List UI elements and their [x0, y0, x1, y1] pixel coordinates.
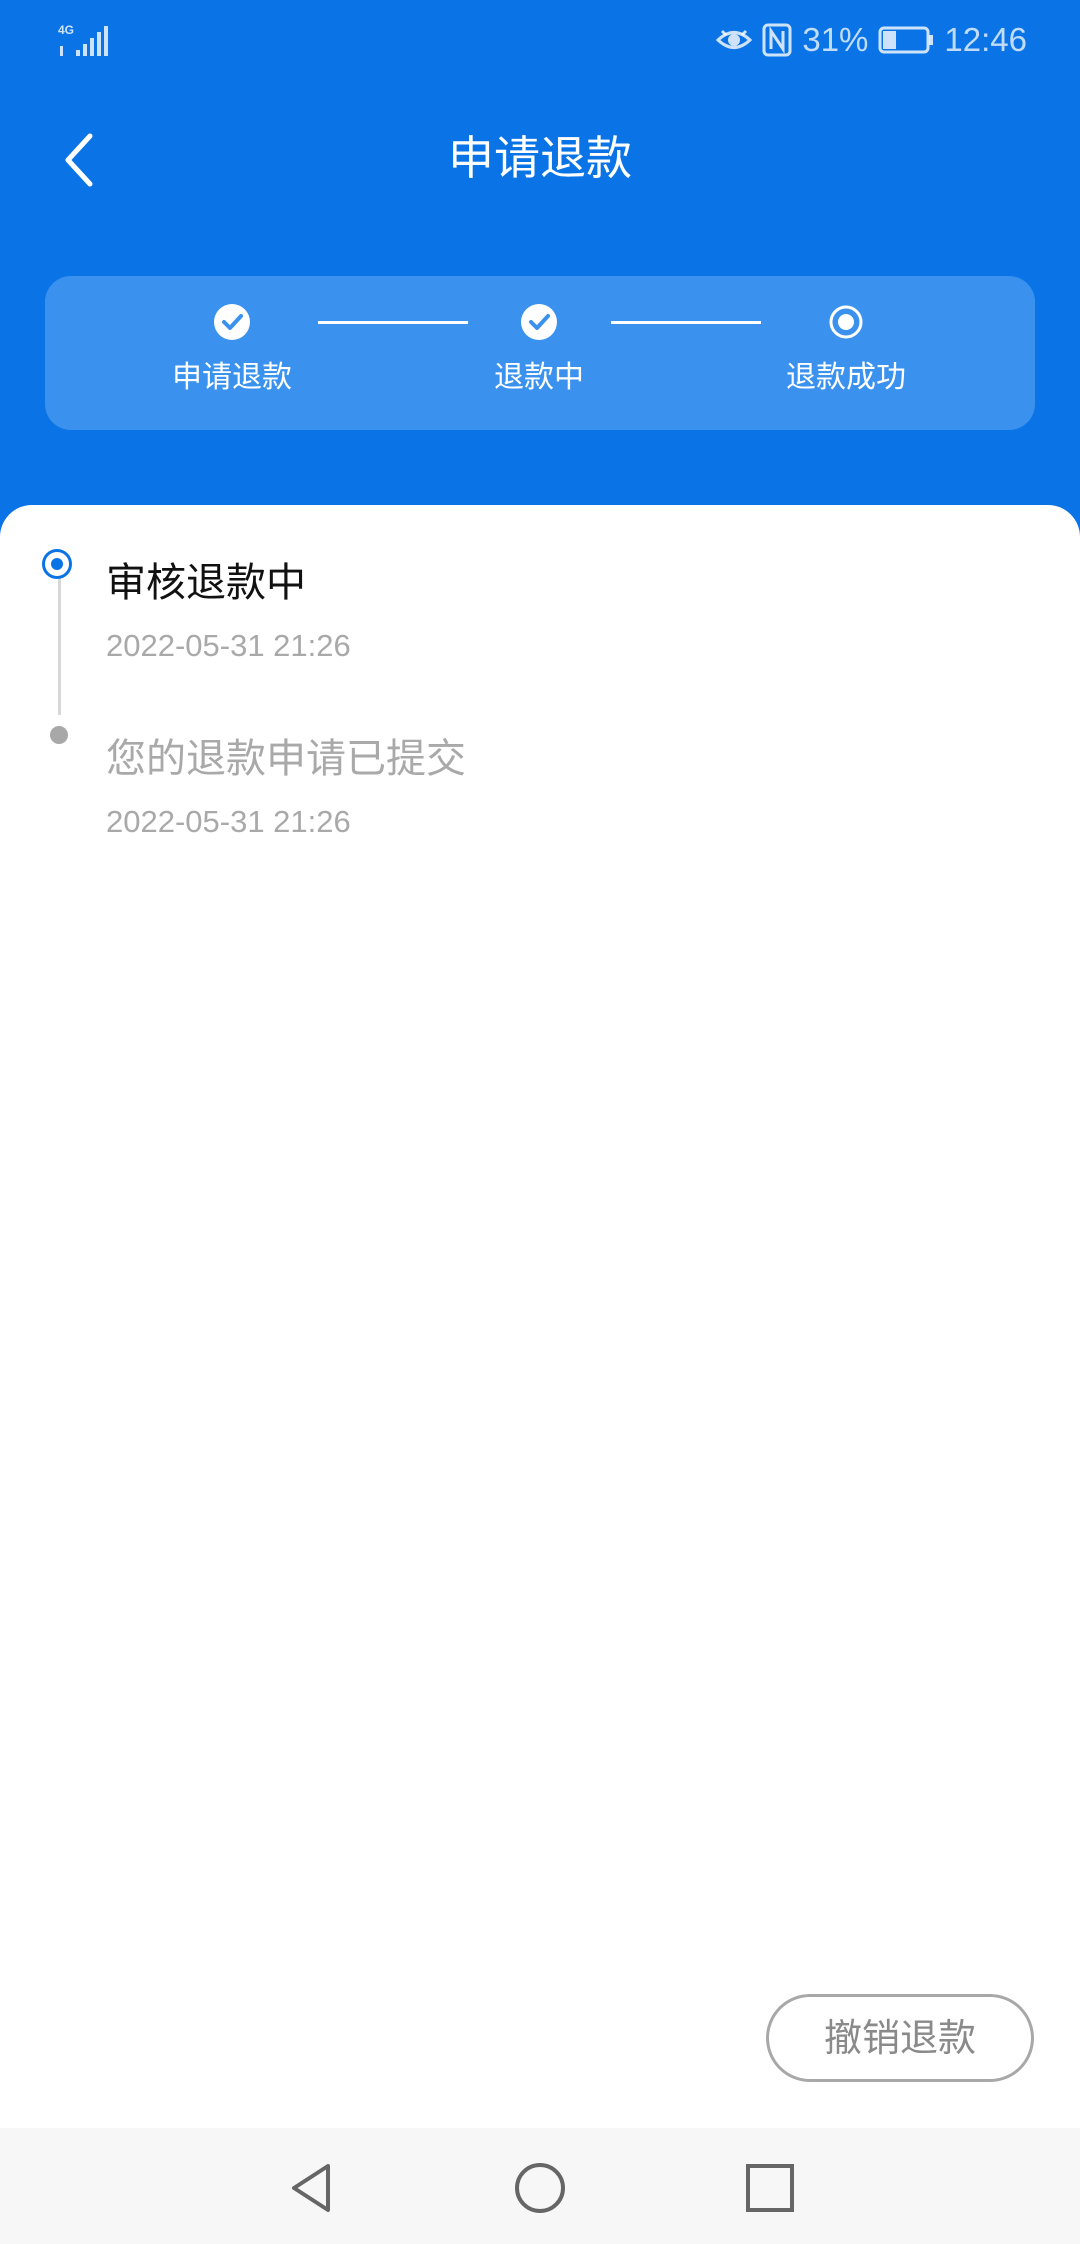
page-title: 申请退款	[448, 131, 632, 185]
step-label: 退款成功	[786, 360, 906, 395]
refund-progress-steps: 申请退款 退款中 退款成功	[45, 276, 1035, 430]
step-success: 退款成功	[736, 304, 956, 398]
step-processing: 退款中	[429, 304, 649, 398]
timeline-item-title: 您的退款申请已提交	[106, 736, 466, 782]
check-circle-icon	[521, 304, 557, 340]
clock: 12:46	[944, 21, 1027, 58]
timeline-connector	[58, 565, 61, 715]
nfc-icon	[762, 23, 792, 57]
square-recent-icon[interactable]	[742, 2160, 798, 2216]
timeline-item-time: 2022-05-31 21:26	[106, 628, 351, 663]
eye-icon	[716, 29, 753, 49]
radio-circle-icon	[828, 304, 864, 340]
signal-4g-icon: 4G	[58, 23, 108, 56]
timeline-active-dot	[42, 549, 72, 579]
step-label: 退款中	[494, 360, 584, 395]
battery-percent: 31%	[802, 21, 869, 58]
cancel-refund-button[interactable]: 撤销退款	[766, 1994, 1034, 2082]
status-bar: 4G 31% 12:46	[0, 0, 1080, 80]
nav-bar: 申请退款	[0, 110, 1080, 210]
refund-timeline-card: 审核退款中 2022-05-31 21:26 您的退款申请已提交 2022-05…	[0, 505, 1080, 2125]
step-apply: 申请退款	[122, 304, 342, 398]
timeline-item-title: 审核退款中	[106, 560, 306, 606]
timeline-item-time: 2022-05-31 21:26	[106, 804, 351, 839]
step-label: 申请退款	[172, 360, 292, 395]
circle-home-icon[interactable]	[512, 2160, 568, 2216]
check-circle-icon	[214, 304, 250, 340]
svg-text:4G: 4G	[58, 23, 74, 37]
system-nav-bar	[0, 2128, 1080, 2244]
battery-icon	[878, 26, 934, 54]
triangle-back-icon[interactable]	[284, 2160, 340, 2216]
timeline-inactive-dot	[50, 726, 68, 744]
